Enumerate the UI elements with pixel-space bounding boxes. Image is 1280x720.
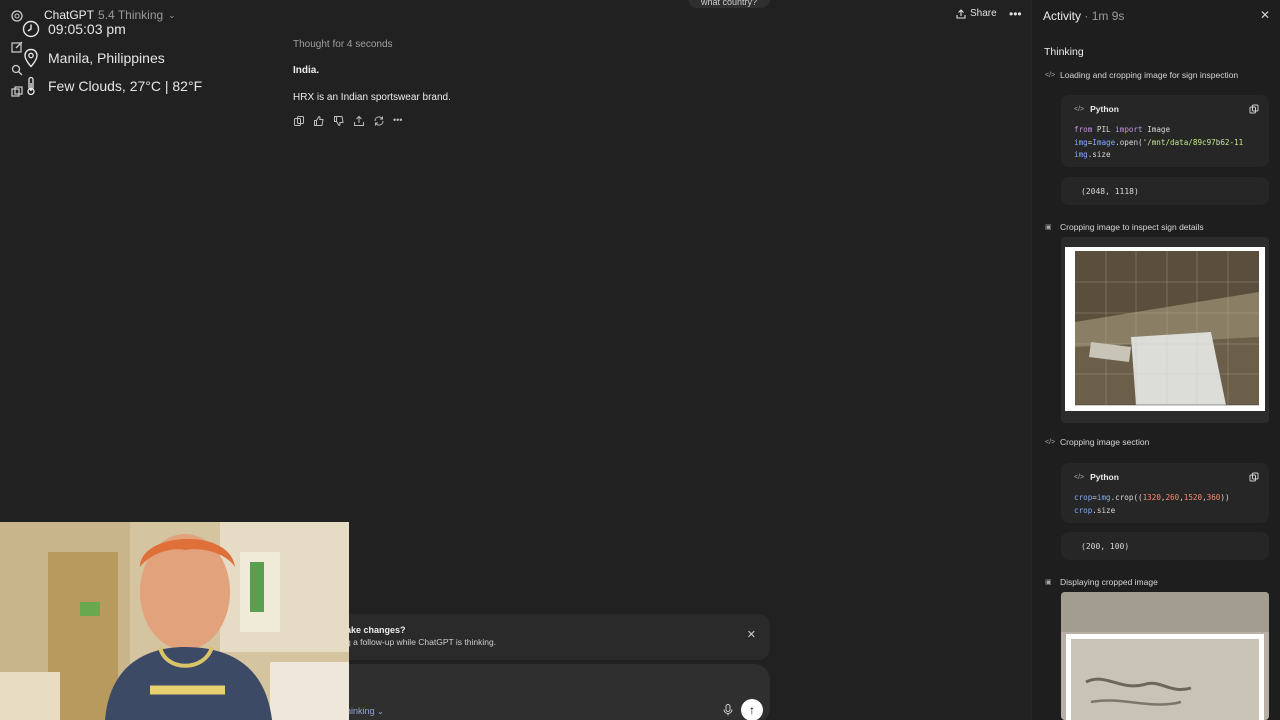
regenerate-icon[interactable] [373,115,385,127]
code-text: crop=img.crop((1320,260,1520,360)) crop.… [1074,492,1230,517]
overlay-time-row: 09:05:03 pm [22,20,126,38]
close-panel-icon[interactable]: ✕ [1260,8,1270,22]
thinking-mode-label: hinking [346,706,375,716]
overlay-weather-row: Few Clouds, 27°C | 82°F [22,76,202,96]
code-language-label: Python [1090,104,1119,114]
share-icon[interactable] [353,115,365,127]
thermometer-icon [27,76,35,96]
image-icon: ▣ [1045,224,1052,231]
notice-title: ake changes? [346,625,406,635]
plot-image [1065,247,1265,411]
message-composer[interactable]: hinking ⌄ ↑ [330,664,770,720]
code-token: PIL [1096,125,1111,134]
panel-title: Activity [1043,9,1082,23]
close-icon[interactable]: ✕ [747,628,756,641]
activity-step[interactable]: </> Cropping image section [1045,437,1149,447]
code-block: </> Python crop=img.crop((1320,260,1520,3… [1061,463,1269,523]
overlay-time: 09:05:03 pm [48,21,126,37]
step-label: Cropping image to inspect sign details [1060,222,1204,232]
code-line: crop.size [1074,505,1116,515]
copy-icon[interactable] [1249,104,1259,114]
panel-duration: 1m 9s [1091,9,1125,23]
overlay-weather: Few Clouds, 27°C | 82°F [48,78,203,94]
activity-step[interactable]: ▣ Displaying cropped image [1045,577,1158,587]
microphone-icon[interactable] [723,704,733,716]
code-icon: </> [1045,438,1056,446]
activity-step[interactable]: </> Loading and cropping image for sign … [1045,70,1238,80]
step-label: Loading and cropping image for sign insp… [1060,70,1239,80]
overlay-location: Manila, Philippines [48,50,165,66]
copy-icon[interactable] [293,115,305,127]
cropped-sign-image [1061,592,1269,720]
code-icon: </> [1074,473,1085,481]
code-line: img=Image.open('/mnt/data/89c97b62-11 [1074,137,1244,147]
thumbs-up-icon[interactable] [313,115,325,127]
activity-panel: Activity · 1m 9s ✕ Thinking </> Loading … [1031,0,1280,720]
activity-step[interactable]: ▣ Cropping image to inspect sign details [1045,222,1204,232]
code-language-label: Python [1090,472,1119,482]
step-label: Cropping image section [1060,437,1150,447]
cropped-image-preview[interactable] [1061,592,1269,720]
overlay-location-row: Manila, Philippines [22,48,165,68]
panel-header: Activity · 1m 9s [1043,9,1125,23]
cropped-image-preview[interactable] [1061,237,1269,423]
step-label: Displaying cropped image [1060,577,1158,587]
code-text: from PIL import Image img=Image.open('/m… [1074,124,1243,162]
message-actions: ••• [293,115,405,127]
more-icon[interactable]: ••• [393,115,405,127]
location-pin-icon [24,48,38,68]
share-label: Share [970,8,997,19]
webcam-feed-image [0,522,349,720]
webcam-overlay [0,522,349,720]
image-icon: ▣ [1045,579,1052,586]
chevron-down-icon: ⌄ [168,9,176,20]
answer-text: HRX is an Indian sportswear brand. [293,92,451,103]
code-icon: </> [1045,71,1056,79]
code-block: </> Python from PIL import Image img=Imag… [1061,95,1269,167]
thought-duration-toggle[interactable]: Thought for 4 seconds [293,39,393,50]
clock-icon [22,20,40,38]
chevron-down-icon: ⌄ [377,707,384,716]
code-line: img.size [1074,150,1111,159]
code-language: </> Python [1074,104,1119,114]
more-options-button[interactable]: ••• [1009,7,1022,21]
share-icon [956,8,966,19]
code-output: (200, 100) [1061,532,1269,560]
thumbs-down-icon[interactable] [333,115,345,127]
notice-subtitle: g a follow-up while ChatGPT is thinking. [346,637,497,647]
thinking-header: Thinking [1044,46,1084,58]
thinking-mode-button[interactable]: hinking ⌄ [346,706,384,716]
code-line: crop=img.crop((1320,260,1520,360)) [1074,493,1230,502]
user-message-bubble: what country? [688,0,770,8]
code-icon: </> [1074,105,1085,113]
code-language: </> Python [1074,472,1119,482]
share-button[interactable]: Share [956,8,997,19]
follow-up-notice: ake changes? g a follow-up while ChatGPT… [330,614,770,660]
code-token: Image [1147,125,1171,134]
code-output: (2048, 1118) [1061,177,1269,205]
send-button[interactable]: ↑ [741,699,763,720]
code-line: from PIL import Image [1074,125,1171,134]
answer-heading: India. [293,65,320,76]
copy-icon[interactable] [1249,472,1259,482]
